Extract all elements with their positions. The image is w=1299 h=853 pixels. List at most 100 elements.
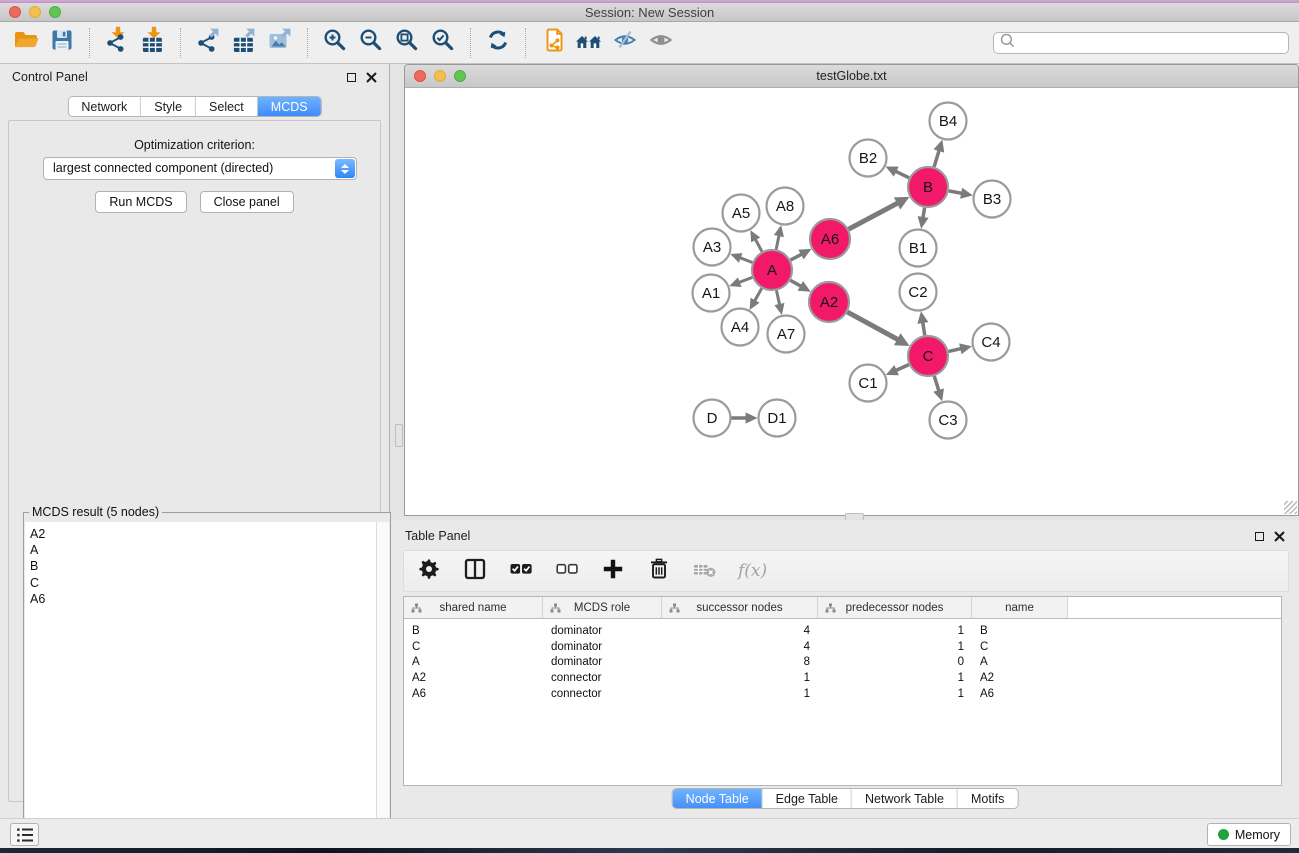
table-row[interactable]: Adominator80A bbox=[404, 655, 1281, 671]
node-B4[interactable]: B4 bbox=[930, 103, 967, 140]
open-session-button[interactable] bbox=[11, 27, 41, 59]
window-resize-grip[interactable] bbox=[1284, 501, 1297, 514]
task-history-button[interactable] bbox=[10, 823, 39, 846]
edge-A-A1[interactable] bbox=[729, 277, 752, 287]
export-network-button[interactable] bbox=[193, 27, 223, 59]
float-table-panel-icon[interactable] bbox=[1255, 532, 1264, 541]
search-field[interactable] bbox=[993, 32, 1289, 54]
table-row[interactable]: A6connector11A6 bbox=[404, 686, 1281, 702]
column-header-predecessor-nodes[interactable]: predecessor nodes bbox=[818, 597, 972, 618]
node-A2[interactable]: A2 bbox=[809, 282, 849, 322]
column-header-shared-name[interactable]: shared name bbox=[404, 597, 543, 618]
result-item[interactable]: A2 bbox=[30, 526, 389, 542]
edge-B-B3[interactable] bbox=[949, 188, 973, 199]
home-layout-button[interactable] bbox=[574, 27, 604, 59]
add-column-button[interactable] bbox=[600, 558, 626, 584]
tab-network[interactable]: Network bbox=[68, 97, 141, 116]
edge-A2-C[interactable] bbox=[847, 312, 909, 346]
edge-A-A5[interactable] bbox=[750, 230, 762, 251]
table-row[interactable]: A2connector11A2 bbox=[404, 670, 1281, 686]
close-table-panel-icon[interactable] bbox=[1274, 531, 1285, 542]
tab-motifs[interactable]: Motifs bbox=[958, 789, 1017, 809]
tab-network-table[interactable]: Network Table bbox=[852, 789, 958, 809]
select-all-button[interactable] bbox=[508, 558, 534, 584]
node-B3[interactable]: B3 bbox=[974, 181, 1011, 218]
network-from-document-button[interactable] bbox=[538, 27, 568, 59]
column-header-name[interactable]: name bbox=[972, 597, 1068, 618]
zoom-selected-button[interactable] bbox=[428, 27, 458, 59]
zoom-out-button[interactable] bbox=[356, 27, 386, 59]
import-network-button[interactable] bbox=[102, 27, 132, 59]
tab-edge-table[interactable]: Edge Table bbox=[763, 789, 852, 809]
edge-A-A2[interactable] bbox=[790, 280, 810, 291]
edge-B-B1[interactable] bbox=[918, 208, 929, 229]
node-A3[interactable]: A3 bbox=[694, 229, 731, 266]
close-panel-button[interactable]: Close panel bbox=[200, 191, 294, 213]
result-item[interactable]: C bbox=[30, 575, 389, 591]
node-A7[interactable]: A7 bbox=[768, 316, 805, 353]
node-B1[interactable]: B1 bbox=[900, 230, 937, 267]
node-A5[interactable]: A5 bbox=[723, 195, 760, 232]
deselect-all-button[interactable] bbox=[554, 558, 580, 584]
search-input[interactable] bbox=[1016, 34, 1288, 52]
tab-select[interactable]: Select bbox=[196, 97, 258, 116]
vertical-splitter-handle[interactable] bbox=[395, 424, 403, 447]
edge-A-A6[interactable] bbox=[791, 249, 812, 260]
node-D1[interactable]: D1 bbox=[759, 400, 796, 437]
node-A1[interactable]: A1 bbox=[693, 275, 730, 312]
edge-B-B2[interactable] bbox=[886, 166, 910, 177]
result-list-scrollbar[interactable] bbox=[376, 522, 389, 853]
criterion-dropdown[interactable]: largest connected component (directed) bbox=[43, 157, 357, 180]
split-panel-button[interactable] bbox=[462, 558, 488, 584]
table-settings-button[interactable] bbox=[416, 558, 442, 584]
export-image-button[interactable] bbox=[265, 27, 295, 59]
delete-column-button[interactable] bbox=[646, 558, 672, 584]
edge-A-A4[interactable] bbox=[750, 288, 762, 310]
node-C3[interactable]: C3 bbox=[930, 402, 967, 439]
node-D[interactable]: D bbox=[694, 400, 731, 437]
run-mcds-button[interactable]: Run MCDS bbox=[95, 191, 186, 213]
export-table-button[interactable] bbox=[229, 27, 259, 59]
edge-A-A7[interactable] bbox=[774, 291, 784, 315]
edge-C-C3[interactable] bbox=[933, 376, 944, 401]
node-A4[interactable]: A4 bbox=[722, 309, 759, 346]
edge-D-D1[interactable] bbox=[732, 412, 758, 423]
node-C[interactable]: C bbox=[908, 336, 948, 376]
node-A6[interactable]: A6 bbox=[810, 219, 850, 259]
toggle-graphics-details-button[interactable] bbox=[610, 27, 640, 59]
network-canvas[interactable]: B4 B2 B B3 A8A5 A6 A3 B1 A C2 A1 A2 A4A7 C4 C C1 C3 D D1 bbox=[405, 88, 1298, 515]
edge-A-A3[interactable] bbox=[730, 253, 752, 263]
import-table-button[interactable] bbox=[138, 27, 168, 59]
table-row[interactable]: Cdominator41C bbox=[404, 639, 1281, 655]
result-item[interactable]: B bbox=[30, 558, 389, 574]
node-B[interactable]: B bbox=[908, 167, 948, 207]
birds-eye-view-button[interactable] bbox=[646, 27, 676, 59]
node-B2[interactable]: B2 bbox=[850, 140, 887, 177]
column-header-successor-nodes[interactable]: successor nodes bbox=[662, 597, 818, 618]
table-row[interactable]: Bdominator41B bbox=[404, 623, 1281, 639]
edge-A6-B[interactable] bbox=[849, 197, 910, 229]
column-header-MCDS-role[interactable]: MCDS role bbox=[543, 597, 662, 618]
node-A[interactable]: A bbox=[752, 250, 792, 290]
edge-A-A8[interactable] bbox=[774, 225, 784, 249]
save-session-button[interactable] bbox=[47, 27, 77, 59]
edge-C-C4[interactable] bbox=[948, 343, 971, 354]
zoom-in-button[interactable] bbox=[320, 27, 350, 59]
node-C1[interactable]: C1 bbox=[850, 365, 887, 402]
zoom-fit-button[interactable] bbox=[392, 27, 422, 59]
float-panel-icon[interactable] bbox=[347, 73, 356, 82]
result-item[interactable]: A bbox=[30, 542, 389, 558]
tab-node-table[interactable]: Node Table bbox=[673, 789, 763, 809]
node-C2[interactable]: C2 bbox=[900, 274, 937, 311]
node-A8[interactable]: A8 bbox=[767, 188, 804, 225]
result-item[interactable]: A6 bbox=[30, 591, 389, 607]
edge-B-B4[interactable] bbox=[934, 140, 945, 167]
node-C4[interactable]: C4 bbox=[973, 324, 1010, 361]
memory-button[interactable]: Memory bbox=[1207, 823, 1291, 846]
edge-C-C1[interactable] bbox=[886, 365, 909, 376]
refresh-layout-button[interactable] bbox=[483, 27, 513, 59]
edge-C-C2[interactable] bbox=[917, 311, 928, 335]
close-panel-icon[interactable] bbox=[366, 72, 377, 83]
tab-mcds[interactable]: MCDS bbox=[258, 97, 321, 116]
tab-style[interactable]: Style bbox=[141, 97, 196, 116]
